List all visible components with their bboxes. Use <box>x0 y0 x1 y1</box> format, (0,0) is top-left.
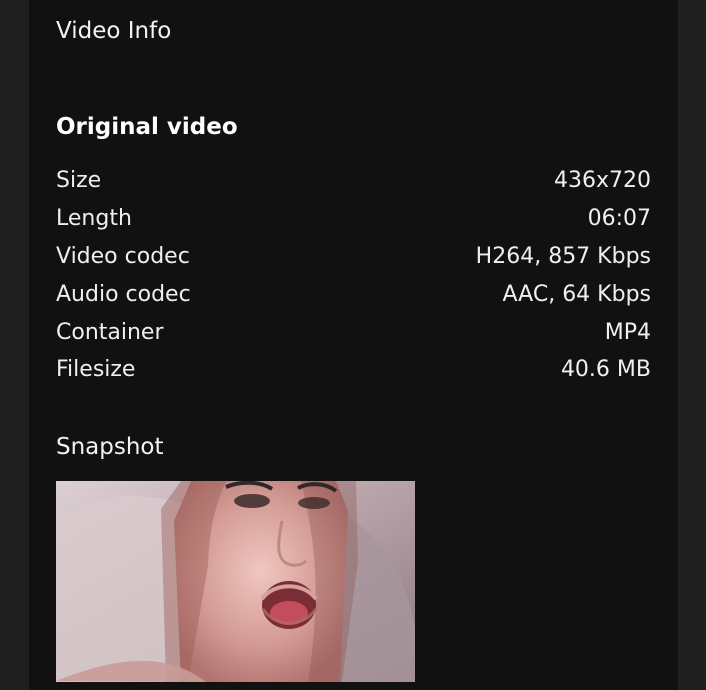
size-label: Size <box>56 168 102 194</box>
snapshot-thumbnail[interactable] <box>56 481 415 682</box>
info-row-length: Length 06:07 <box>56 200 651 238</box>
size-value: 436x720 <box>553 168 651 194</box>
filesize-value: 40.6 MB <box>560 357 651 383</box>
info-row-filesize: Filesize 40.6 MB <box>56 351 651 389</box>
video-info-list: Size 436x720 Length 06:07 Video codec H2… <box>56 162 651 389</box>
snapshot-image <box>56 481 415 682</box>
snapshot-heading: Snapshot <box>56 434 164 460</box>
video-codec-value: H264, 857 Kbps <box>475 243 651 269</box>
audio-codec-label: Audio codec <box>56 281 191 307</box>
video-info-title: Video Info <box>56 18 172 44</box>
video-info-panel: Video Info Original video Size 436x720 L… <box>29 0 678 690</box>
container-value: MP4 <box>604 319 651 345</box>
original-video-heading: Original video <box>56 114 238 140</box>
container-label: Container <box>56 319 164 345</box>
info-row-audio-codec: Audio codec AAC, 64 Kbps <box>56 275 651 313</box>
info-row-size: Size 436x720 <box>56 162 651 200</box>
length-value: 06:07 <box>587 206 651 232</box>
length-label: Length <box>56 206 132 232</box>
filesize-label: Filesize <box>56 357 136 383</box>
info-row-video-codec: Video codec H264, 857 Kbps <box>56 238 651 276</box>
video-codec-label: Video codec <box>56 243 190 269</box>
info-row-container: Container MP4 <box>56 313 651 351</box>
audio-codec-value: AAC, 64 Kbps <box>502 281 651 307</box>
